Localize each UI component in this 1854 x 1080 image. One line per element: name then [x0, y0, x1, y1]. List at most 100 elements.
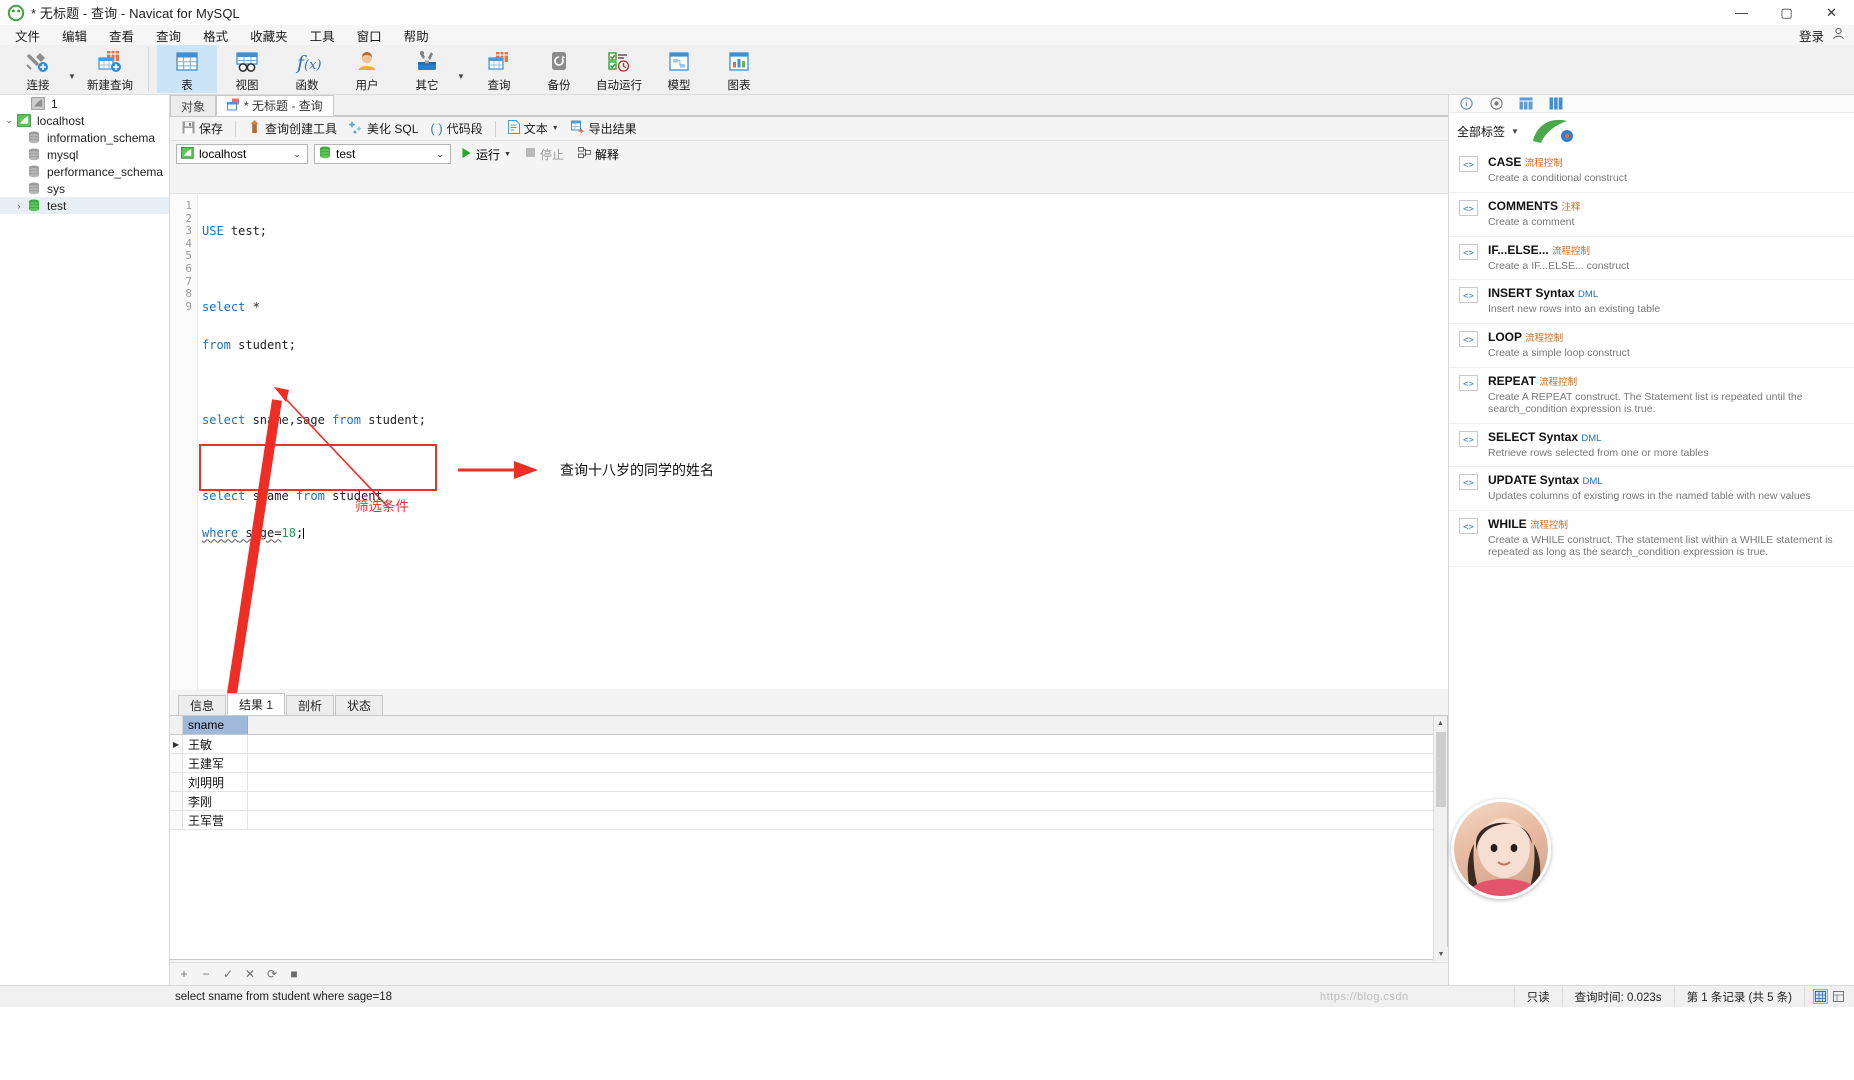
close-button[interactable]: ✕: [1809, 0, 1854, 25]
form-view-icon[interactable]: [1831, 989, 1846, 1004]
run-button[interactable]: 运行 ▼: [457, 144, 515, 165]
chevron-down-icon[interactable]: ⌄: [289, 149, 305, 160]
snippet-item-while[interactable]: <> WHILE 流程控制 Create a WHILE construct. …: [1449, 511, 1854, 567]
menu-query[interactable]: 查询: [145, 24, 192, 47]
tree-item-performance-schema[interactable]: performance_schema: [0, 163, 169, 180]
ribbon-model-button[interactable]: 模型: [649, 45, 709, 93]
save-button[interactable]: 保存: [176, 118, 229, 139]
discard-change-button[interactable]: ✕: [242, 966, 258, 982]
text-view-button[interactable]: 文本 ▼: [502, 118, 565, 139]
tab-profile[interactable]: 剖析: [286, 695, 335, 715]
menu-window[interactable]: 窗口: [346, 24, 393, 47]
apply-change-button[interactable]: ✓: [220, 966, 236, 982]
other-dropdown-caret-icon[interactable]: ▼: [457, 46, 469, 94]
snippet-item-select[interactable]: <> SELECT Syntax DML Retrieve rows selec…: [1449, 424, 1854, 468]
table-row[interactable]: 王军营: [170, 811, 1447, 830]
delete-record-button[interactable]: −: [198, 966, 214, 982]
menu-help[interactable]: 帮助: [393, 24, 440, 47]
ribbon-table-button[interactable]: 表: [157, 45, 217, 93]
tree-twisty-test[interactable]: ›: [12, 201, 26, 211]
maximize-button[interactable]: ▢: [1764, 0, 1809, 25]
connection-select[interactable]: localhost ⌄: [176, 144, 308, 164]
menu-tools[interactable]: 工具: [299, 24, 346, 47]
cell-sname[interactable]: 王敏: [183, 735, 248, 753]
snippet-item-repeat[interactable]: <> REPEAT 流程控制 Create A REPEAT construct…: [1449, 368, 1854, 424]
sql-code-text[interactable]: USE test; select * from student; select …: [202, 194, 1442, 690]
table-row[interactable]: 刘明明: [170, 773, 1447, 792]
menu-favorites[interactable]: 收藏夹: [239, 24, 299, 47]
ribbon-other-button[interactable]: 其它: [397, 45, 457, 93]
export-result-button[interactable]: 导出结果: [565, 118, 643, 139]
tree-item-localhost[interactable]: ⌄ localhost: [0, 112, 169, 129]
ribbon-chart-button[interactable]: 图表: [709, 45, 769, 93]
tree-item-mysql[interactable]: mysql: [0, 146, 169, 163]
history-icon[interactable]: [1519, 97, 1533, 111]
tree-twisty-localhost[interactable]: ⌄: [2, 115, 16, 126]
query-builder-button[interactable]: 查询创建工具: [242, 118, 343, 139]
database-select[interactable]: test ⌄: [314, 144, 451, 164]
ribbon-backup-button[interactable]: 备份: [529, 45, 589, 93]
stop-loading-button[interactable]: ■: [286, 966, 302, 982]
add-record-button[interactable]: +: [176, 966, 192, 982]
tab-result-1[interactable]: 结果 1: [227, 693, 286, 715]
table-row[interactable]: ▶ 王敏: [170, 735, 1447, 754]
scrollbar-thumb[interactable]: [1436, 732, 1446, 807]
menu-edit[interactable]: 编辑: [51, 24, 98, 47]
tab-objects[interactable]: 对象: [170, 95, 217, 116]
scroll-up-icon[interactable]: ▲: [1434, 716, 1447, 730]
tab-query[interactable]: * 无标题 - 查询: [216, 95, 334, 116]
snippet-item-update[interactable]: <> UPDATE Syntax DML Updates columns of …: [1449, 467, 1854, 512]
login-label[interactable]: 登录: [1799, 26, 1824, 45]
cell-sname[interactable]: 王军营: [183, 811, 248, 829]
table-row[interactable]: 李刚: [170, 792, 1447, 811]
ribbon-user-button[interactable]: 用户: [337, 45, 397, 93]
text-dropdown-caret-icon[interactable]: ▼: [552, 125, 559, 132]
cell-sname[interactable]: 刘明明: [183, 773, 248, 791]
snippet-item-case[interactable]: <> CASE 流程控制 Create a conditional constr…: [1449, 149, 1854, 193]
scroll-down-icon[interactable]: ▼: [1434, 947, 1448, 961]
snippet-item-loop[interactable]: <> LOOP 流程控制 Create a simple loop constr…: [1449, 324, 1854, 368]
login-area[interactable]: 登录: [1799, 25, 1846, 45]
snippet-item-if-else[interactable]: <> IF...ELSE... 流程控制 Create a IF...ELSE.…: [1449, 237, 1854, 281]
menu-format[interactable]: 格式: [192, 24, 239, 47]
sql-editor[interactable]: 1 2 3 4 5 6 7 8 9 USE test; select * fro…: [170, 193, 1448, 690]
result-grid[interactable]: sname ▶ 王敏 王建军 刘明明 李刚 王军营 ▲ ▼: [170, 715, 1448, 961]
all-tags-caret-icon[interactable]: ▼: [1511, 127, 1519, 136]
ribbon-view-button[interactable]: 视图: [217, 45, 277, 93]
tab-info[interactable]: 信息: [178, 695, 227, 715]
snippet-item-insert[interactable]: <> INSERT Syntax DML Insert new rows int…: [1449, 280, 1854, 325]
ribbon-new-query-button[interactable]: 新建查询: [80, 45, 140, 93]
cell-sname[interactable]: 李刚: [183, 792, 248, 810]
record-icon[interactable]: [1489, 97, 1503, 111]
chevron-down-icon-db[interactable]: ⌄: [432, 149, 448, 160]
beautify-sql-button[interactable]: 美化 SQL: [343, 118, 424, 139]
cell-sname[interactable]: 王建军: [183, 754, 248, 772]
tab-status[interactable]: 状态: [335, 695, 384, 715]
menu-file[interactable]: 文件: [4, 24, 51, 47]
snippet-panel-icon[interactable]: [1549, 97, 1563, 111]
tree-item-1[interactable]: 1: [0, 95, 169, 112]
account-icon[interactable]: [1831, 26, 1846, 44]
menu-view[interactable]: 查看: [98, 24, 145, 47]
snippet-item-comments[interactable]: <> COMMENTS 注释 Create a comment: [1449, 193, 1854, 237]
snippet-all-tags-row[interactable]: 全部标签 ▼: [1449, 113, 1854, 149]
ribbon-connection-button[interactable]: 连接: [8, 45, 68, 93]
tree-item-sys[interactable]: sys: [0, 180, 169, 197]
explain-button[interactable]: 解释: [574, 144, 623, 165]
snippet-button[interactable]: ( ) 代码段: [424, 118, 488, 139]
minimize-button[interactable]: —: [1719, 0, 1764, 25]
tree-item-information-schema[interactable]: information_schema: [0, 129, 169, 146]
ribbon-query-button[interactable]: 查询: [469, 45, 529, 93]
run-dropdown-caret-icon[interactable]: ▼: [504, 151, 511, 158]
grid-view-icon[interactable]: [1813, 989, 1828, 1004]
floating-avatar-widget[interactable]: [1451, 799, 1551, 899]
grid-column-header-sname[interactable]: sname: [183, 716, 248, 734]
ribbon-function-button[interactable]: f (x) 函数: [277, 45, 337, 93]
ribbon-autorun-button[interactable]: 自动运行: [589, 45, 649, 93]
table-row[interactable]: 王建军: [170, 754, 1447, 773]
refresh-button[interactable]: ⟳: [264, 966, 280, 982]
info-icon[interactable]: [1459, 97, 1473, 111]
grid-vertical-scrollbar[interactable]: ▲ ▼: [1433, 716, 1448, 961]
tree-item-test[interactable]: › test: [0, 197, 169, 214]
connection-dropdown-caret-icon[interactable]: ▼: [68, 46, 80, 94]
